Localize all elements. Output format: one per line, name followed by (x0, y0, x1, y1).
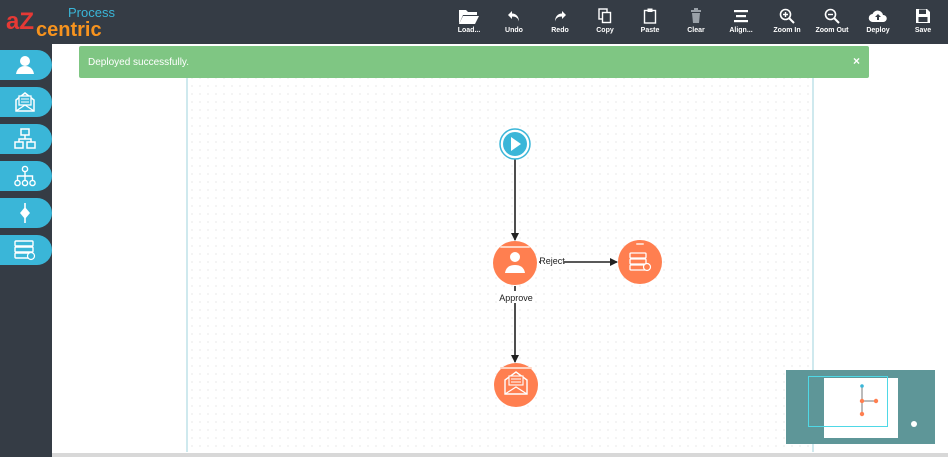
node-caption-mark (500, 367, 532, 369)
edge-label-approve: Approve (499, 293, 533, 303)
approval-user-task[interactable] (493, 241, 537, 285)
success-notification: Deployed successfully. × (79, 46, 869, 78)
notification-message: Deployed successfully. (88, 57, 189, 68)
send-mail-task[interactable] (494, 363, 538, 407)
minimap-resize-handle[interactable] (911, 421, 917, 427)
minimap-viewport[interactable] (808, 376, 888, 427)
start-event[interactable] (499, 128, 531, 160)
edge-label-reject: Reject (539, 256, 565, 266)
node-caption-mark (636, 243, 644, 245)
node-caption-mark (500, 246, 530, 248)
close-icon[interactable]: × (853, 54, 860, 68)
horizontal-scrollbar[interactable] (52, 453, 948, 457)
minimap[interactable] (786, 370, 935, 444)
end-datastore-node[interactable] (618, 240, 662, 284)
